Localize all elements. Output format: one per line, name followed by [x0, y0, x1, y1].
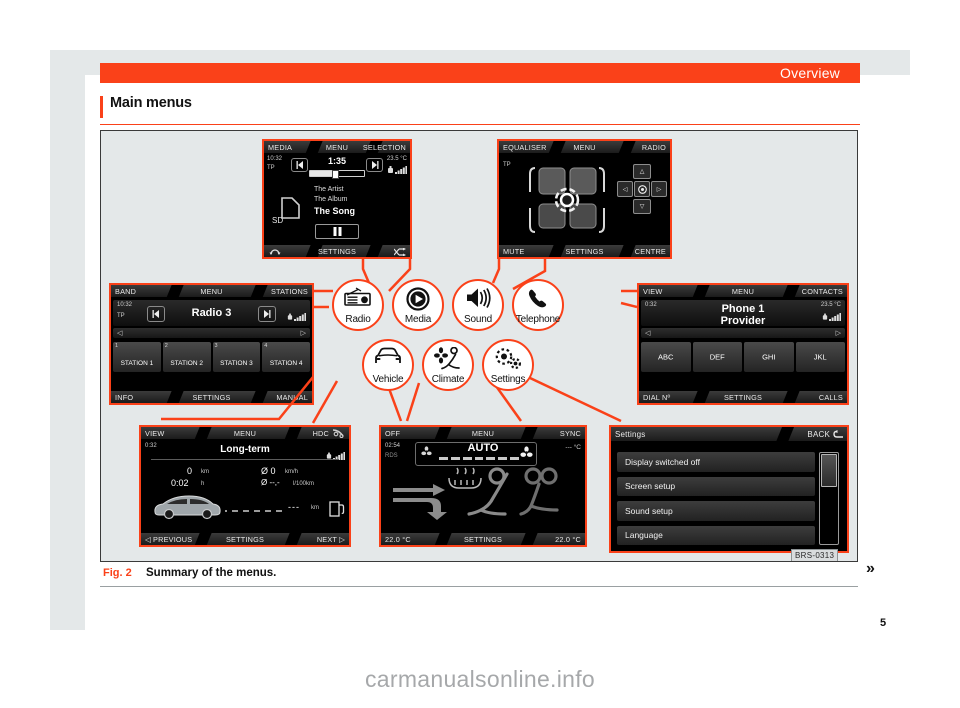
play-circle-icon [406, 287, 430, 316]
figure-panel: MEDIA MENU SELECTION 10:32 TP 23.5 °C 1:… [100, 130, 858, 562]
section-title: Main menus [110, 95, 192, 111]
menu-icon-radio[interactable]: Radio [332, 279, 384, 331]
radio-icon [344, 287, 372, 311]
menu-icon-sound[interactable]: Sound [452, 279, 504, 331]
continuation-chevron: » [866, 560, 875, 577]
menu-label-radio: Radio [345, 314, 371, 325]
page-header-bar: Overview [100, 63, 860, 83]
watermark: carmanualsonline.info [364, 666, 596, 692]
section-accent-bar [100, 96, 103, 118]
gears-icon [493, 347, 523, 376]
menu-icon-climate[interactable]: Climate [422, 339, 474, 391]
section-heading: Main menus [100, 95, 860, 125]
figure-caption-text: Summary of the menus. [146, 567, 277, 579]
menu-icon-vehicle[interactable]: Vehicle [362, 339, 414, 391]
car-front-icon [372, 347, 404, 370]
fan-seat-icon [434, 346, 462, 376]
menu-icon-telephone[interactable]: Telephone [512, 279, 564, 331]
speaker-icon [465, 287, 491, 314]
menu-icon-settings[interactable]: Settings [482, 339, 534, 391]
menu-icon-media[interactable]: Media [392, 279, 444, 331]
figure-caption: Fig. 2 Summary of the menus. [100, 565, 858, 587]
page-number: 5 [880, 617, 887, 629]
menu-label-sound: Sound [464, 314, 492, 325]
page-title: Overview [780, 65, 840, 81]
phone-handset-icon [526, 287, 550, 316]
figure-number: Fig. 2 [103, 567, 132, 579]
menu-label-vehicle: Vehicle [372, 374, 404, 385]
connector-lines [161, 259, 638, 424]
